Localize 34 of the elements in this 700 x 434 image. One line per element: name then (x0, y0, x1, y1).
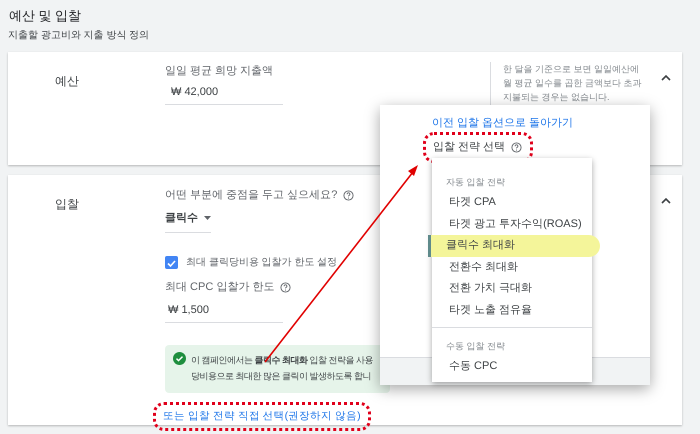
menu-item[interactable]: 전환수 최대화 (432, 256, 592, 278)
check-circle-icon (173, 352, 186, 364)
note-text: 지불되는 경우는 없습니다. (503, 91, 611, 104)
chevron-icon[interactable] (660, 196, 672, 206)
menu-heading: 수동 입찰 전략 (445, 340, 506, 353)
max-cpc-field[interactable]: ₩ 1,500 (165, 296, 283, 322)
back-link[interactable]: 이전 입찰 옵션으로 돌아가기 (432, 115, 574, 132)
chevron-icon[interactable] (660, 73, 672, 84)
bidding-label: 입찰 (54, 196, 80, 213)
menu-heading: 자동 입찰 전략 (445, 176, 506, 189)
checkbox[interactable] (165, 256, 178, 269)
menu-item[interactable]: 수동 CPC (432, 356, 592, 378)
question-text: 어떤 부분에 중점을 두고 싶으세요? (165, 188, 338, 203)
budget-label: 예산 (54, 73, 80, 90)
section-title: 예산 및 입찰 (8, 7, 82, 24)
budget-field[interactable]: ₩ 42,000 (165, 78, 283, 105)
menu-item[interactable]: 타겟 CPA (432, 192, 592, 214)
direct-select-link[interactable]: 또는 입찰 전략 직접 선택(권장하지 않음) (156, 404, 368, 428)
checkbox-label: 최대 클릭당비용 입찰가 한도 설정 (186, 256, 338, 270)
caret-icon (204, 216, 211, 220)
note-text: 한 달을 기준으로 보면 일일예산에 (503, 63, 640, 76)
menu-item[interactable]: 전환 가치 극대화 (432, 278, 592, 300)
section-subtitle: 지출할 광고비와 지출 방식 정의 (8, 30, 150, 42)
field-label: 최대 CPC 입찰가 한도 (165, 280, 274, 295)
help-icon (511, 142, 522, 153)
menu-item[interactable]: 타겟 노출 점유율 (432, 300, 592, 321)
help-icon (280, 282, 292, 293)
strategy-label: 입찰 전략 선택 (433, 140, 506, 155)
field-label: 일일 평균 희망 지출액 (165, 64, 274, 78)
menu-item[interactable]: 클릭수 최대화 (428, 235, 600, 256)
menu-item[interactable]: 타겟 광고 투자수익(ROAS) (432, 214, 592, 235)
focus-dropdown[interactable]: 클릭수 (165, 210, 211, 233)
help-icon (343, 190, 354, 201)
note-text: 월 평균 일수를 곱한 금액보다 초과 (503, 77, 643, 90)
